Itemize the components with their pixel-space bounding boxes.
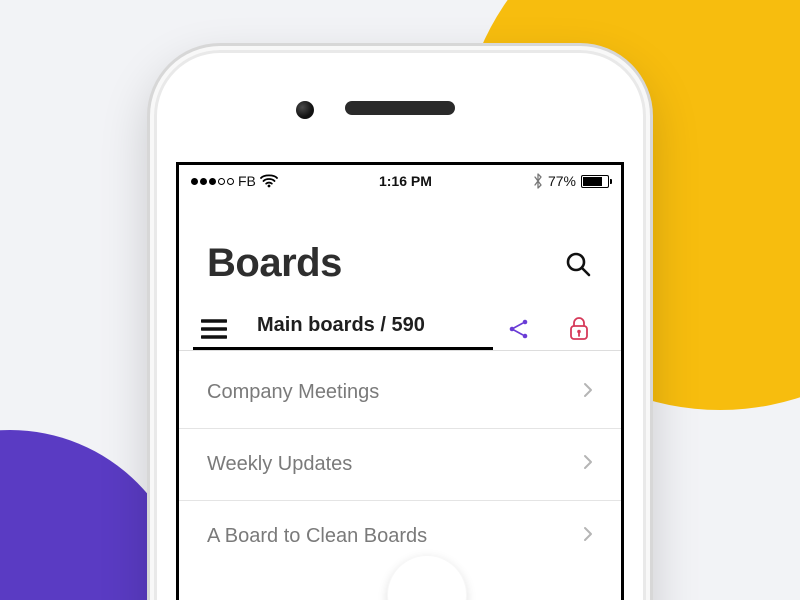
tab-main-boards[interactable]: Main boards / 590 bbox=[253, 310, 429, 347]
status-time: 1:16 PM bbox=[278, 173, 533, 189]
chevron-right-icon bbox=[583, 453, 593, 476]
battery-percent-label: 77% bbox=[548, 173, 576, 189]
page-header: Boards bbox=[179, 197, 621, 310]
list-item[interactable]: Company Meetings bbox=[179, 357, 621, 428]
signal-strength-icon bbox=[191, 178, 234, 185]
chevron-right-icon bbox=[583, 381, 593, 404]
phone-camera bbox=[296, 101, 314, 119]
list-item-label: Company Meetings bbox=[207, 381, 379, 404]
list-item-label: A Board to Clean Boards bbox=[207, 525, 427, 548]
phone-speaker bbox=[345, 101, 455, 115]
status-left: FB bbox=[191, 173, 278, 189]
tab-label: Main boards / 590 bbox=[257, 314, 425, 336]
carrier-label: FB bbox=[238, 173, 256, 189]
board-list: Company Meetings Weekly Updates A Board … bbox=[179, 351, 621, 572]
list-item[interactable]: Weekly Updates bbox=[179, 429, 621, 500]
chevron-right-icon bbox=[583, 525, 593, 548]
bluetooth-icon bbox=[533, 173, 543, 189]
tab-bar: Main boards / 590 bbox=[179, 310, 621, 347]
phone-screen: FB 1:16 PM 77% Boards bbox=[176, 162, 624, 600]
list-item-label: Weekly Updates bbox=[207, 453, 352, 476]
search-icon bbox=[564, 250, 592, 278]
list-item[interactable]: A Board to Clean Boards bbox=[179, 501, 621, 572]
battery-icon bbox=[581, 175, 609, 188]
page-title: Boards bbox=[207, 241, 342, 286]
menu-icon bbox=[201, 319, 227, 339]
share-button[interactable] bbox=[505, 315, 533, 343]
share-icon bbox=[507, 317, 531, 341]
wifi-icon bbox=[260, 174, 278, 188]
search-button[interactable] bbox=[563, 249, 593, 279]
phone-frame: FB 1:16 PM 77% Boards bbox=[150, 46, 650, 600]
menu-button[interactable] bbox=[199, 314, 229, 344]
status-bar: FB 1:16 PM 77% bbox=[179, 165, 621, 197]
lock-button[interactable] bbox=[565, 315, 593, 343]
lock-icon bbox=[568, 316, 590, 342]
status-right: 77% bbox=[533, 173, 609, 189]
